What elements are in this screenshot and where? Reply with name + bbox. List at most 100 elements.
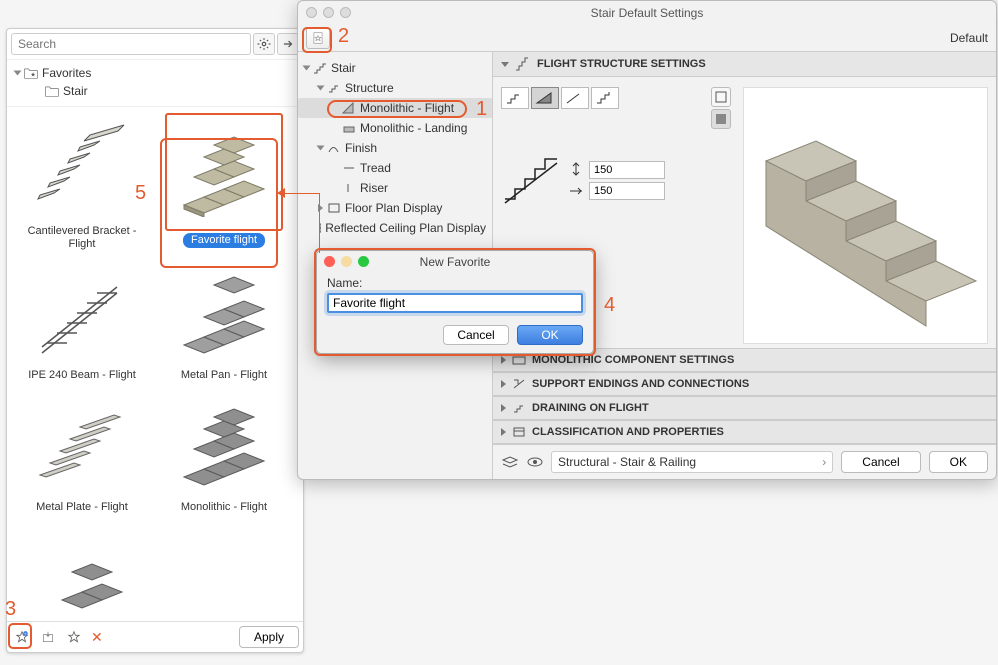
import-favorite-icon[interactable] [37, 626, 59, 648]
apply-button[interactable]: Apply [239, 626, 299, 648]
structure-icon [327, 82, 341, 94]
tree-label: Favorites [42, 66, 91, 80]
tree-floor-plan[interactable]: Floor Plan Display [298, 198, 492, 218]
tree-label: Monolithic - Landing [360, 121, 467, 135]
search-input[interactable] [11, 33, 251, 55]
section-title: FLIGHT STRUCTURE SETTINGS [537, 58, 706, 70]
tree-tread[interactable]: Tread [298, 158, 492, 178]
dialog-cancel-button[interactable]: Cancel [443, 325, 509, 345]
section-icon [515, 57, 531, 71]
section-icon [512, 378, 526, 390]
section-classification[interactable]: CLASSIFICATION AND PROPERTIES [493, 420, 996, 444]
tree-label: Finish [345, 141, 377, 155]
preview-wire-icon[interactable] [711, 87, 731, 107]
thumbnail-label: Metal Pan - Flight [177, 367, 271, 384]
settings-window: Stair Default Settings Default Stair Str… [297, 0, 997, 480]
height-dim-icon [569, 162, 583, 176]
dialog-titlebar: New Favorite [317, 251, 593, 272]
section-flight-structure[interactable]: FLIGHT STRUCTURE SETTINGS [493, 52, 996, 77]
preview-mode-col [711, 87, 733, 344]
thumbnail-image [169, 389, 279, 499]
preview-shaded-icon[interactable] [711, 109, 731, 129]
settings-toolbar: Default [298, 25, 996, 51]
mode-btn-2[interactable] [531, 87, 559, 109]
structure-mode-row [501, 87, 701, 109]
thumbnail-item[interactable]: Metal Plate - Flight [11, 389, 153, 516]
dialog-ok-button[interactable]: OK [517, 325, 583, 345]
window-traffic-lights[interactable] [306, 7, 351, 18]
section-draining[interactable]: DRAINING ON FLIGHT [493, 396, 996, 420]
mode-btn-3[interactable] [561, 87, 589, 109]
favorite-paper-icon[interactable] [306, 27, 330, 49]
tree-label: Structure [345, 81, 394, 95]
tree-item-stair[interactable]: Stair [9, 82, 301, 100]
tree-label: Riser [360, 181, 388, 195]
gear-icon[interactable] [253, 33, 275, 55]
tree-label: Stair [63, 84, 88, 98]
tree-label: Monolithic - Flight [360, 101, 454, 115]
arrow-icon[interactable] [277, 33, 299, 55]
thumbnail-item[interactable]: Favorite flight [153, 113, 295, 253]
thickness-input-1[interactable] [589, 161, 665, 179]
thumbnail-item[interactable]: Monolithic - Flight [153, 389, 295, 516]
section-icon [512, 402, 526, 414]
mode-btn-4[interactable] [591, 87, 619, 109]
stair-preview-icon [746, 91, 986, 341]
thumbnail-item[interactable]: IPE 240 Beam - Flight [11, 257, 153, 384]
thickness-params [501, 155, 701, 205]
delete-x-icon[interactable]: ✕ [91, 629, 103, 646]
remove-favorite-icon[interactable] [63, 626, 85, 648]
mode-btn-1[interactable] [501, 87, 529, 109]
favorite-name-input[interactable] [327, 293, 583, 313]
tree-finish[interactable]: Finish [298, 138, 492, 158]
rcp-icon [318, 222, 321, 234]
svg-text:★: ★ [30, 72, 35, 79]
folder-icon [45, 85, 59, 97]
tree-stair[interactable]: Stair [298, 58, 492, 78]
tree-monolithic-landing[interactable]: Monolithic - Landing [298, 118, 492, 138]
section-icon [512, 354, 526, 366]
layer-select[interactable]: Structural - Stair & Railing › [551, 451, 833, 473]
thumbnail-grid[interactable]: Cantilevered Bracket - FlightFavorite fl… [7, 107, 303, 621]
default-label: Default [950, 31, 988, 45]
favorites-tree: ★ Favorites Stair [7, 60, 303, 107]
settings-bottom-bar: Structural - Stair & Railing › Cancel OK [493, 444, 996, 479]
finish-icon [327, 142, 341, 154]
disclosure-icon [501, 62, 509, 67]
tree-monolithic-flight[interactable]: Monolithic - Flight [298, 98, 492, 118]
dialog-buttons: Cancel OK [317, 317, 593, 345]
eye-icon [527, 456, 543, 468]
folder-star-icon: ★ [24, 67, 38, 79]
tree-structure[interactable]: Structure [298, 78, 492, 98]
tree-label: Stair [331, 61, 356, 75]
disclosure-icon [501, 380, 506, 388]
disclosure-icon [303, 66, 311, 71]
favorites-panel: ★ Favorites Stair Cantilevered Bracket -… [6, 28, 304, 653]
dialog-traffic-lights[interactable] [324, 256, 369, 267]
add-favorite-icon[interactable]: + [11, 626, 33, 648]
tree-label: Tread [360, 161, 391, 175]
favorites-bottom-bar: + ✕ Apply [7, 621, 303, 652]
riser-icon [342, 182, 356, 194]
thumbnail-image [27, 520, 137, 621]
favorites-toolbar [7, 29, 303, 60]
thumbnail-item[interactable]: Cantilevered Bracket - Flight [11, 113, 153, 253]
section-support-endings[interactable]: SUPPORT ENDINGS AND CONNECTIONS [493, 372, 996, 396]
thumbnail-item[interactable]: Metal Pan - Flight [153, 257, 295, 384]
disclosure-icon [501, 428, 506, 436]
tree-root-favorites[interactable]: ★ Favorites [9, 64, 301, 82]
thickness-input-2[interactable] [589, 182, 665, 200]
section-title: DRAINING ON FLIGHT [532, 402, 649, 414]
thumbnail-label: Metal Plate - Flight [32, 499, 132, 516]
tree-riser[interactable]: Riser [298, 178, 492, 198]
cancel-button[interactable]: Cancel [841, 451, 920, 473]
thumbnail-item[interactable] [11, 520, 153, 621]
tree-rcp[interactable]: Reflected Ceiling Plan Display [298, 218, 492, 238]
ok-button[interactable]: OK [929, 451, 988, 473]
thumbnail-label: Monolithic - Flight [177, 499, 271, 516]
section-title: SUPPORT ENDINGS AND CONNECTIONS [532, 378, 749, 390]
thumbnail-image [27, 113, 137, 223]
thumbnail-image [27, 389, 137, 499]
plan-icon [327, 202, 341, 214]
preview-3d[interactable] [743, 87, 988, 344]
